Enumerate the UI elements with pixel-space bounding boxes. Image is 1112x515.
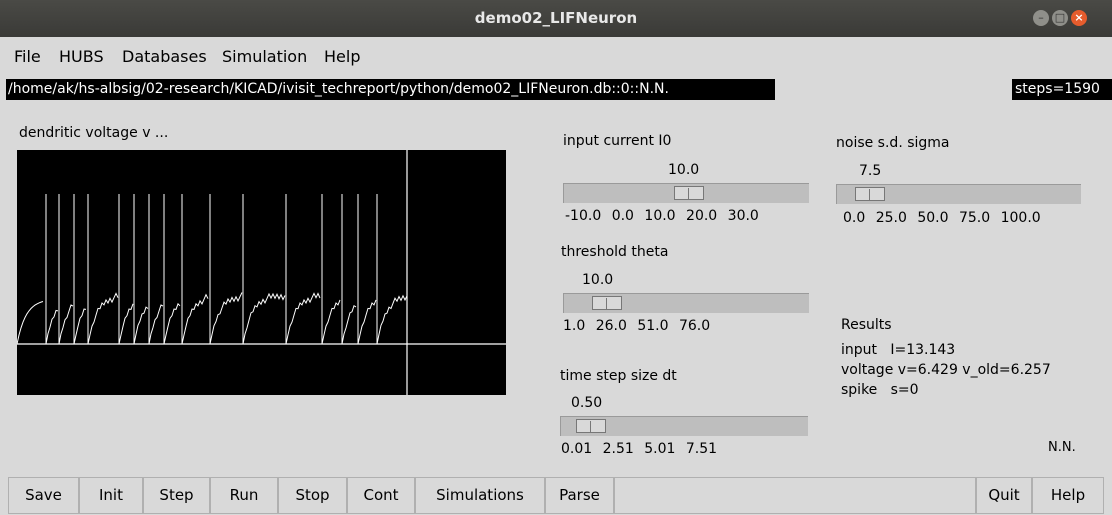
voltage-trace-path — [45, 194, 408, 345]
menu-file[interactable]: File — [14, 47, 41, 66]
threshold-label: threshold theta — [561, 244, 669, 260]
dt-value: 0.50 — [571, 395, 603, 411]
tick-label: 5.01 — [644, 441, 676, 457]
results-heading: Results — [841, 317, 892, 333]
tick-label: -10.0 — [565, 208, 602, 224]
button-bar: Save Init Step Run Stop Cont Simulations… — [0, 477, 1112, 515]
results-input: input I=13.143 — [841, 342, 956, 358]
voltage-trace-start — [16, 301, 44, 345]
input-current-thumb[interactable] — [674, 186, 704, 200]
tick-label: 25.0 — [875, 210, 907, 226]
save-button[interactable]: Save — [8, 477, 79, 514]
input-current-slider[interactable] — [563, 183, 809, 203]
threshold-value: 10.0 — [582, 272, 614, 288]
simulations-button[interactable]: Simulations — [415, 477, 545, 514]
results-voltage: voltage v=6.429 v_old=6.257 — [841, 362, 1051, 378]
voltage-trace — [16, 194, 408, 345]
noise-slider[interactable] — [836, 184, 1081, 204]
tick-label: 76.0 — [678, 318, 711, 334]
stop-button[interactable]: Stop — [278, 477, 347, 514]
help-button[interactable]: Help — [1032, 477, 1104, 514]
run-button[interactable]: Run — [210, 477, 278, 514]
menu-hubs[interactable]: HUBS — [59, 47, 104, 66]
tick-label: 0.01 — [561, 441, 593, 457]
dt-label: time step size dt — [560, 368, 677, 384]
dt-slider[interactable] — [560, 416, 808, 436]
close-icon[interactable]: × — [1071, 10, 1087, 26]
title-bar: demo02_LIFNeuron – □ × — [0, 0, 1112, 37]
tick-label: 50.0 — [917, 210, 949, 226]
plot-label: dendritic voltage v ... — [19, 125, 169, 141]
noise-value: 7.5 — [859, 163, 882, 179]
threshold-ticks: 1.0 26.0 51.0 76.0 — [563, 318, 710, 334]
tick-label: 75.0 — [958, 210, 991, 226]
steps-counter: steps=1590 — [1012, 79, 1112, 100]
database-path: /home/ak/hs-albsig/02-research/KICAD/ivi… — [6, 79, 775, 100]
step-button[interactable]: Step — [143, 477, 210, 514]
menu-simulation[interactable]: Simulation — [222, 47, 307, 66]
tick-label: 20.0 — [686, 208, 718, 224]
minimize-icon[interactable]: – — [1033, 10, 1049, 26]
menu-bar: File HUBS Databases Simulation Help — [0, 37, 1112, 77]
tick-label: 30.0 — [727, 208, 759, 224]
tick-label: 0.0 — [843, 210, 866, 226]
noise-thumb[interactable] — [855, 187, 885, 201]
noise-ticks: 0.0 25.0 50.0 75.0 100.0 — [843, 210, 1041, 226]
voltage-trace-svg — [16, 150, 506, 395]
tick-label: 7.51 — [685, 441, 718, 457]
tick-label: 1.0 — [563, 318, 586, 334]
tick-label: 2.51 — [602, 441, 634, 457]
menu-databases[interactable]: Databases — [122, 47, 207, 66]
button-bar-spacer — [614, 477, 976, 514]
results-spike: spike s=0 — [841, 382, 919, 398]
dt-ticks: 0.01 2.51 5.01 7.51 — [561, 441, 717, 457]
nn-label: N.N. — [1048, 440, 1076, 455]
tick-label: 100.0 — [1000, 210, 1041, 226]
quit-button[interactable]: Quit — [976, 477, 1032, 514]
tick-label: 26.0 — [595, 318, 627, 334]
menu-help[interactable]: Help — [324, 47, 360, 66]
cont-button[interactable]: Cont — [347, 477, 415, 514]
input-current-value: 10.0 — [668, 162, 700, 178]
voltage-plot — [16, 150, 506, 395]
tick-label: 10.0 — [644, 208, 676, 224]
tick-label: 51.0 — [637, 318, 669, 334]
input-current-label: input current I0 — [563, 133, 672, 149]
parse-button[interactable]: Parse — [545, 477, 614, 514]
dt-thumb[interactable] — [576, 419, 606, 433]
tick-label: 0.0 — [611, 208, 634, 224]
init-button[interactable]: Init — [79, 477, 143, 514]
window-title: demo02_LIFNeuron — [474, 9, 638, 27]
noise-label: noise s.d. sigma — [836, 135, 950, 151]
threshold-thumb[interactable] — [592, 296, 622, 310]
maximize-icon[interactable]: □ — [1052, 10, 1068, 26]
threshold-slider[interactable] — [563, 293, 809, 313]
input-current-ticks: -10.0 0.0 10.0 20.0 30.0 — [565, 208, 759, 224]
